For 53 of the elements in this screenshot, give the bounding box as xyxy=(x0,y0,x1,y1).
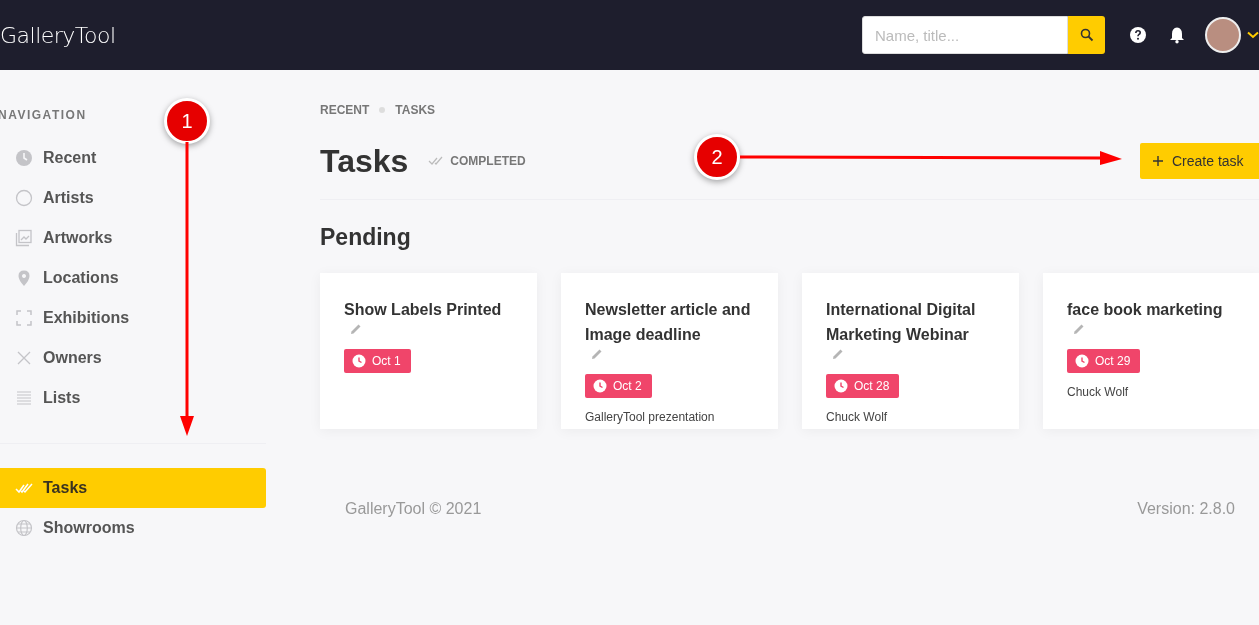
due-date-badge: Oct 28 xyxy=(826,374,900,398)
task-card[interactable]: Newsletter article and Image deadline Oct 2 GalleryTool prezentation xyxy=(561,273,778,429)
task-title: Newsletter article and Image deadline xyxy=(585,300,752,345)
task-assignee: Chuck Wolf xyxy=(826,410,889,424)
task-assignee: GalleryTool prezentation xyxy=(585,410,716,424)
section-title: Pending xyxy=(320,224,412,251)
globe-icon xyxy=(15,519,33,537)
task-card[interactable]: face book marketing Oct 29 Chuck Wolf xyxy=(1043,273,1259,429)
nav-item[interactable]: Showrooms xyxy=(0,508,266,548)
clock-icon xyxy=(593,379,607,393)
version-text: Version: 2.8.0 xyxy=(1137,500,1235,518)
nav-item[interactable]: Artists xyxy=(0,178,266,218)
breadcrumb-link[interactable]: TASKS xyxy=(395,103,436,117)
task-title: International Digital Marketing Webinar xyxy=(826,300,977,345)
nav-item[interactable]: Lists xyxy=(0,378,266,418)
due-date-badge: Oct 2 xyxy=(585,374,652,398)
task-title: face book marketing xyxy=(1067,300,1223,320)
nav-item[interactable]: Exhibitions xyxy=(0,298,266,338)
frame-icon xyxy=(15,309,33,327)
search-field[interactable]: Name, title... xyxy=(862,16,1068,54)
clock-icon xyxy=(1075,354,1089,368)
images-icon xyxy=(15,229,33,247)
annotation-marker: 1 xyxy=(164,98,210,144)
page-title: Tasks xyxy=(320,142,409,180)
nav-item[interactable]: Tasks xyxy=(0,468,266,508)
search-button[interactable] xyxy=(1068,16,1105,54)
logo-text[interactable]: GalleryTool xyxy=(0,22,116,48)
create-task-button[interactable]: Create task xyxy=(1140,143,1259,179)
task-card[interactable]: International Digital Marketing Webinar Oct 28 Chuck Wolf xyxy=(802,273,1019,429)
task-card[interactable]: Show Labels Printed Oct 1 xyxy=(320,273,537,429)
bell-icon[interactable] xyxy=(1169,26,1185,44)
copyright-text: GalleryTool © 2021 xyxy=(345,500,482,518)
nav-item[interactable]: Locations xyxy=(0,258,266,298)
search-icon xyxy=(1079,28,1094,42)
breadcrumb-link[interactable]: RECENT xyxy=(320,103,370,117)
clock-icon xyxy=(834,379,848,393)
nav-item[interactable]: Owners xyxy=(0,338,266,378)
clock-icon xyxy=(352,354,366,368)
clock-icon xyxy=(15,149,33,167)
completed-link[interactable]: COMPLETED xyxy=(450,154,526,168)
cross-icon xyxy=(15,349,33,367)
due-date-badge: Oct 1 xyxy=(344,349,411,373)
nav-item[interactable]: Artworks xyxy=(0,218,266,258)
due-date-badge: Oct 29 xyxy=(1067,349,1141,373)
avatar[interactable] xyxy=(1205,17,1241,53)
help-icon[interactable] xyxy=(1129,26,1147,44)
lines-icon xyxy=(15,389,33,407)
task-title: Show Labels Printed xyxy=(344,300,502,320)
task-assignee: Chuck Wolf xyxy=(1067,385,1130,399)
annotation-marker: 2 xyxy=(694,134,740,180)
chevron-down-icon[interactable] xyxy=(1247,31,1259,39)
plus-icon xyxy=(1152,155,1164,167)
circle-icon xyxy=(15,189,33,207)
